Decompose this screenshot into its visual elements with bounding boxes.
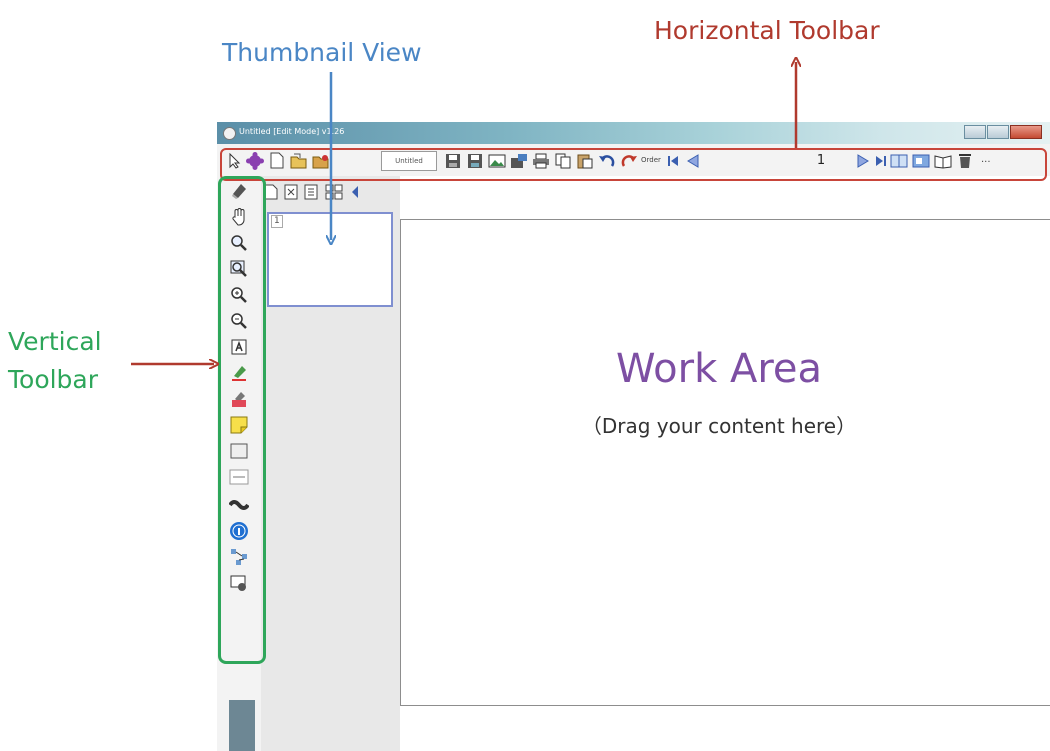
horizontal-toolbar-annotation: Horizontal Toolbar <box>654 16 880 45</box>
close-button[interactable] <box>1010 125 1042 139</box>
thumb-collapse-icon[interactable] <box>347 184 363 202</box>
minimize-button[interactable] <box>964 125 986 139</box>
title-bar[interactable]: Untitled [Edit Mode] v1.26 <box>217 122 1050 144</box>
thumb-grid-icon[interactable] <box>325 184 343 202</box>
vertical-toolbar-scroll <box>229 700 255 751</box>
maximize-button[interactable] <box>987 125 1009 139</box>
thumbnail-view-annotation: Thumbnail View <box>222 38 422 67</box>
thumbnail-page-label: 1 <box>271 215 283 228</box>
work-area-title: Work Area <box>615 346 823 392</box>
app-window: Untitled [Edit Mode] v1.26 Untitled Orde… <box>217 122 1050 751</box>
work-area-canvas[interactable]: Work Area （Drag your content here） <box>400 219 1050 706</box>
page-thumbnail[interactable]: 1 <box>267 212 393 307</box>
thumbnail-toolbar <box>261 176 400 210</box>
work-area-subtitle: （Drag your content here） <box>581 414 857 438</box>
vertical-toolbar-highlight <box>218 176 266 664</box>
thumb-delete-page-icon[interactable] <box>283 184 299 202</box>
vertical-toolbar-annotation-line2: Toolbar <box>8 365 99 394</box>
app-icon <box>223 127 236 140</box>
thumb-page-list-icon[interactable] <box>303 184 319 202</box>
vertical-toolbar-annotation: Vertical Toolbar <box>8 323 102 399</box>
window-controls <box>963 125 1042 139</box>
horizontal-toolbar-highlight <box>220 148 1047 181</box>
thumbnail-panel: 1 <box>261 176 400 751</box>
window-title: Untitled [Edit Mode] v1.26 <box>239 127 345 136</box>
vertical-toolbar-annotation-line1: Vertical <box>8 327 102 356</box>
